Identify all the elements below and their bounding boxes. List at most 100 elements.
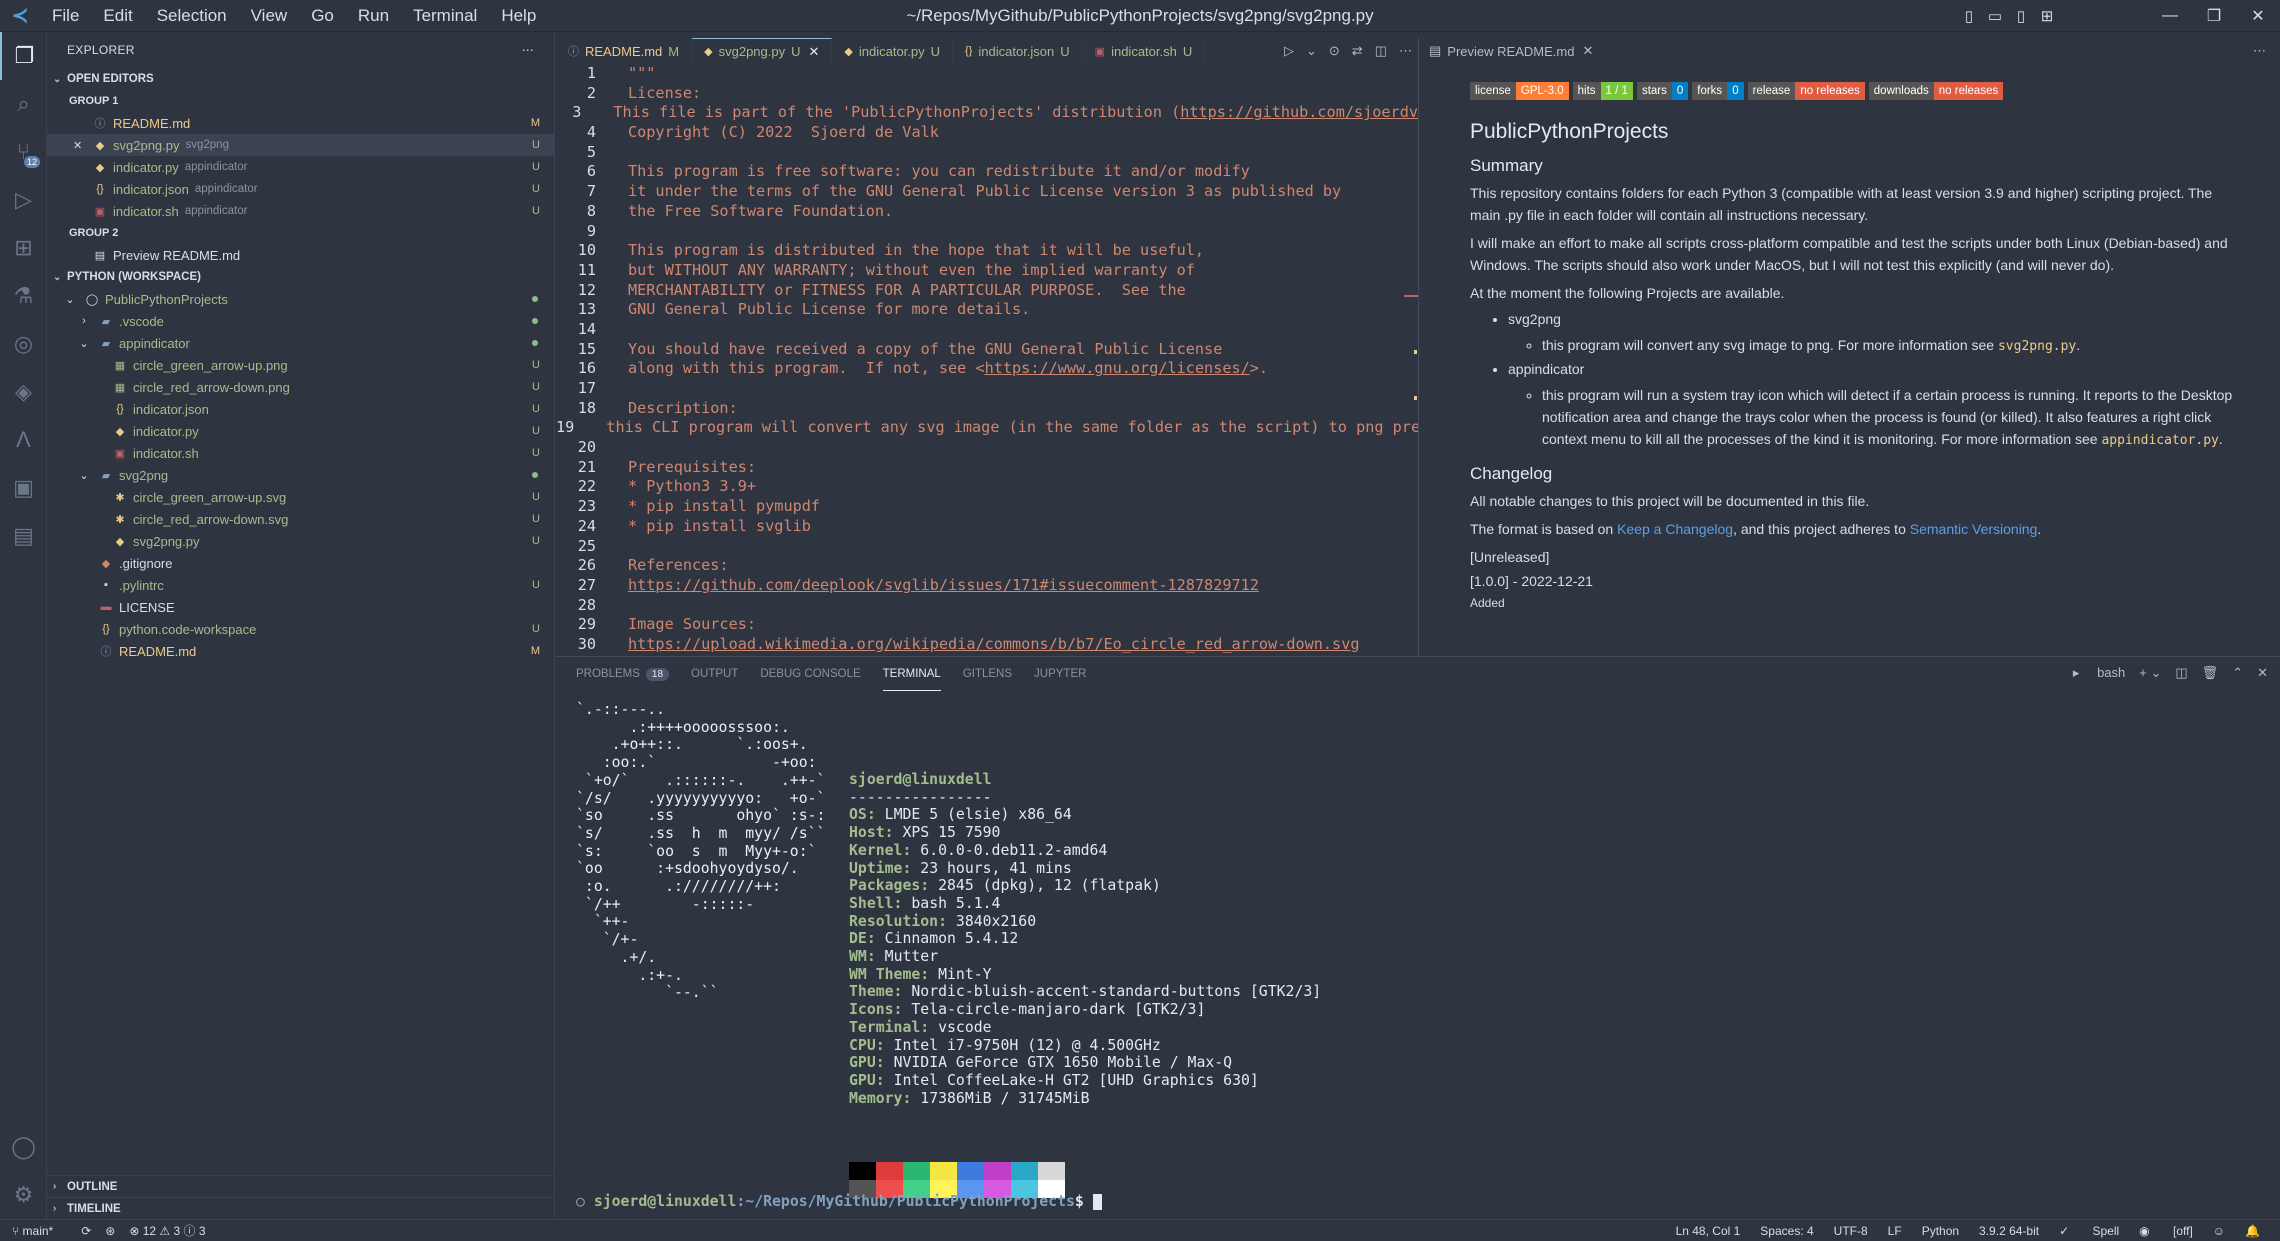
live-share-status[interactable]: ◉ [off] — [2139, 1224, 2193, 1238]
tree-item[interactable]: › ▰ .vscode — [47, 310, 554, 332]
panel-tab-jupyter[interactable]: JUPYTER — [1034, 657, 1086, 691]
tree-item[interactable]: ✱ circle_green_arrow-up.svg U — [47, 486, 554, 508]
tab-indicator-json[interactable]: {} indicator.json U — [953, 38, 1083, 64]
menu-terminal[interactable]: Terminal — [401, 6, 489, 26]
badge-release[interactable]: release no releases — [1747, 82, 1865, 100]
open-changes-icon[interactable]: ⊙ — [1329, 43, 1340, 59]
tree-item[interactable]: ⌄ ◯ PublicPythonProjects — [47, 288, 554, 310]
minimize-button[interactable]: — — [2148, 7, 2192, 25]
tree-item[interactable]: {} indicator.json U — [47, 398, 554, 420]
code-link[interactable]: https://upload.wikimedia.org/wikipedia/c… — [628, 635, 1360, 653]
open-editor-item[interactable]: ⓘ README.md M — [47, 112, 554, 134]
close-tab-icon[interactable]: ✕ — [809, 44, 820, 60]
new-terminal-icon[interactable]: + ⌄ — [2139, 665, 2161, 681]
terminal-prompt[interactable]: ○ sjoerd@linuxdell:~/Repos/MyGithub/Publ… — [576, 1193, 1102, 1211]
more-actions-icon[interactable]: ⋯ — [2253, 43, 2266, 59]
cursor-position[interactable]: Ln 48, Col 1 — [1676, 1224, 1741, 1238]
close-icon[interactable]: ✕ — [73, 139, 91, 152]
panel-tab-gitlens[interactable]: GITLENS — [963, 657, 1012, 691]
source-control-icon[interactable]: ⑂ 12 — [0, 128, 47, 176]
outline-header[interactable]: › OUTLINE — [47, 1175, 554, 1197]
maximize-panel-icon[interactable]: ⌃ — [2232, 665, 2243, 681]
semver-link[interactable]: Semantic Versioning — [1910, 521, 2038, 537]
toggle-sidebar-icon[interactable]: ▯ — [1956, 7, 1982, 25]
manage-gear-icon[interactable]: ⚙ — [0, 1171, 47, 1219]
end-of-line[interactable]: LF — [1888, 1224, 1902, 1238]
menu-go[interactable]: Go — [299, 6, 346, 26]
panel-tab-debug-console[interactable]: DEBUG CONSOLE — [760, 657, 860, 691]
code-link[interactable]: https://github.com/deeplook/svglib/issue… — [628, 576, 1259, 594]
testing-icon[interactable]: ⚗ — [0, 272, 47, 320]
terminal-icon[interactable]: ▣ — [0, 464, 47, 512]
badge-license[interactable]: license GPL-3.0 — [1470, 82, 1569, 100]
tree-item[interactable]: ◆ indicator.py U — [47, 420, 554, 442]
problems-indicator[interactable]: ⊗ 12 ⚠ 3 ⓘ 3 — [129, 1222, 205, 1239]
tree-item[interactable]: {} python.code-workspace U — [47, 618, 554, 640]
tree-item[interactable]: ▬ LICENSE — [47, 596, 554, 618]
close-panel-icon[interactable]: ✕ — [2257, 665, 2268, 681]
tree-item[interactable]: ✱ circle_red_arrow-down.svg U — [47, 508, 554, 530]
code-link[interactable]: https://github.com/sjoerdv — [1180, 103, 1418, 121]
compare-icon[interactable]: ⇄ — [1352, 43, 1363, 59]
tree-item[interactable]: ▪ .pylintrc U — [47, 574, 554, 596]
explorer-icon[interactable]: ❐ — [0, 32, 47, 80]
menu-run[interactable]: Run — [346, 6, 401, 26]
python-interpreter[interactable]: 3.9.2 64-bit — [1979, 1224, 2039, 1238]
tab-svg2png-py[interactable]: ◆ svg2png.py U ✕ — [692, 38, 833, 64]
notifications-icon[interactable]: 🔔 — [2245, 1224, 2260, 1238]
open-editors-header[interactable]: ⌄ OPEN EDITORS — [47, 68, 554, 90]
tree-item[interactable]: ▣ indicator.sh U — [47, 442, 554, 464]
branch-indicator[interactable]: ⑂ main* — [12, 1224, 67, 1238]
azure-icon[interactable]: Ʌ — [0, 416, 47, 464]
tab-indicator-py[interactable]: ◆ indicator.py U — [832, 38, 954, 64]
tree-item[interactable]: ▦ circle_red_arrow-down.png U — [47, 376, 554, 398]
more-actions-icon[interactable]: ⋯ — [1399, 43, 1412, 59]
customize-layout-icon[interactable]: ⊞ — [2034, 7, 2060, 25]
close-tab-icon[interactable]: ✕ — [1582, 43, 1593, 59]
terminal-output[interactable]: `.-::---.. .:++++ooooosssoo:. .+o++::. `… — [576, 701, 2256, 1221]
tree-item[interactable]: ⌄ ▰ appindicator — [47, 332, 554, 354]
open-editor-item[interactable]: ▣ indicator.sh appindicator U — [47, 200, 554, 222]
restore-button[interactable]: ❐ — [2192, 6, 2236, 26]
open-editor-item[interactable]: ▤ Preview README.md — [47, 244, 554, 266]
panel-tab-problems[interactable]: PROBLEMS 18 — [576, 657, 670, 691]
sync-icon[interactable]: ⟳ — [81, 1224, 91, 1238]
close-window-button[interactable]: ✕ — [2236, 6, 2280, 26]
indentation[interactable]: Spaces: 4 — [1760, 1224, 1813, 1238]
feedback-icon[interactable]: ☺ — [2213, 1224, 2225, 1238]
menu-edit[interactable]: Edit — [91, 6, 144, 26]
kill-terminal-icon[interactable]: 🗑 — [2202, 665, 2219, 681]
tree-item[interactable]: ⓘ README.md M — [47, 640, 554, 662]
gitlens-status-icon[interactable]: ⊛ — [105, 1224, 115, 1238]
search-icon[interactable]: ⌕ — [0, 80, 47, 128]
menu-file[interactable]: File — [40, 6, 91, 26]
encoding[interactable]: UTF-8 — [1834, 1224, 1868, 1238]
run-python-icon[interactable]: ▷ — [1284, 43, 1294, 59]
badge-hits[interactable]: hits 1 / 1 — [1572, 82, 1633, 100]
badge-downloads[interactable]: downloads no releases — [1868, 82, 2004, 100]
run-debug-icon[interactable]: ▷ — [0, 176, 47, 224]
spell-checker[interactable]: ✓ Spell — [2059, 1224, 2119, 1238]
open-editor-item[interactable]: {} indicator.json appindicator U — [47, 178, 554, 200]
tab-README-md[interactable]: ⓘ README.md M — [556, 38, 693, 64]
toggle-panel-icon[interactable]: ▭ — [1982, 7, 2008, 25]
account-icon[interactable]: ◯ — [0, 1123, 47, 1171]
badge-stars[interactable]: stars 0 — [1636, 82, 1689, 100]
notebook-icon[interactable]: ▤ — [0, 512, 47, 560]
chevron-down-icon[interactable]: ⌄ — [1306, 43, 1317, 59]
preview-tab[interactable]: ▤ Preview README.md ✕ ⋯ — [1419, 38, 2280, 64]
split-terminal-icon[interactable]: ◫ — [2175, 665, 2187, 681]
tree-item[interactable]: ⌄ ▰ svg2png — [47, 464, 554, 486]
extensions-icon[interactable]: ⊞ — [0, 224, 47, 272]
more-actions-icon[interactable]: ⋯ — [522, 43, 534, 57]
tree-item[interactable]: ◆ svg2png.py U — [47, 530, 554, 552]
menu-selection[interactable]: Selection — [145, 6, 239, 26]
tree-item[interactable]: ▦ circle_green_arrow-up.png U — [47, 354, 554, 376]
language-mode[interactable]: Python — [1922, 1224, 1959, 1238]
code-link[interactable]: https://www.gnu.org/licenses/ — [985, 359, 1250, 377]
panel-tab-output[interactable]: OUTPUT — [691, 657, 738, 691]
open-editor-item[interactable]: ◆ indicator.py appindicator U — [47, 156, 554, 178]
panel-tab-terminal[interactable]: TERMINAL — [882, 657, 941, 691]
code-editor[interactable]: 1 """ 2 License: 3 This file is part of the '… — [556, 64, 1418, 656]
split-editor-icon[interactable]: ◫ — [1375, 43, 1387, 59]
